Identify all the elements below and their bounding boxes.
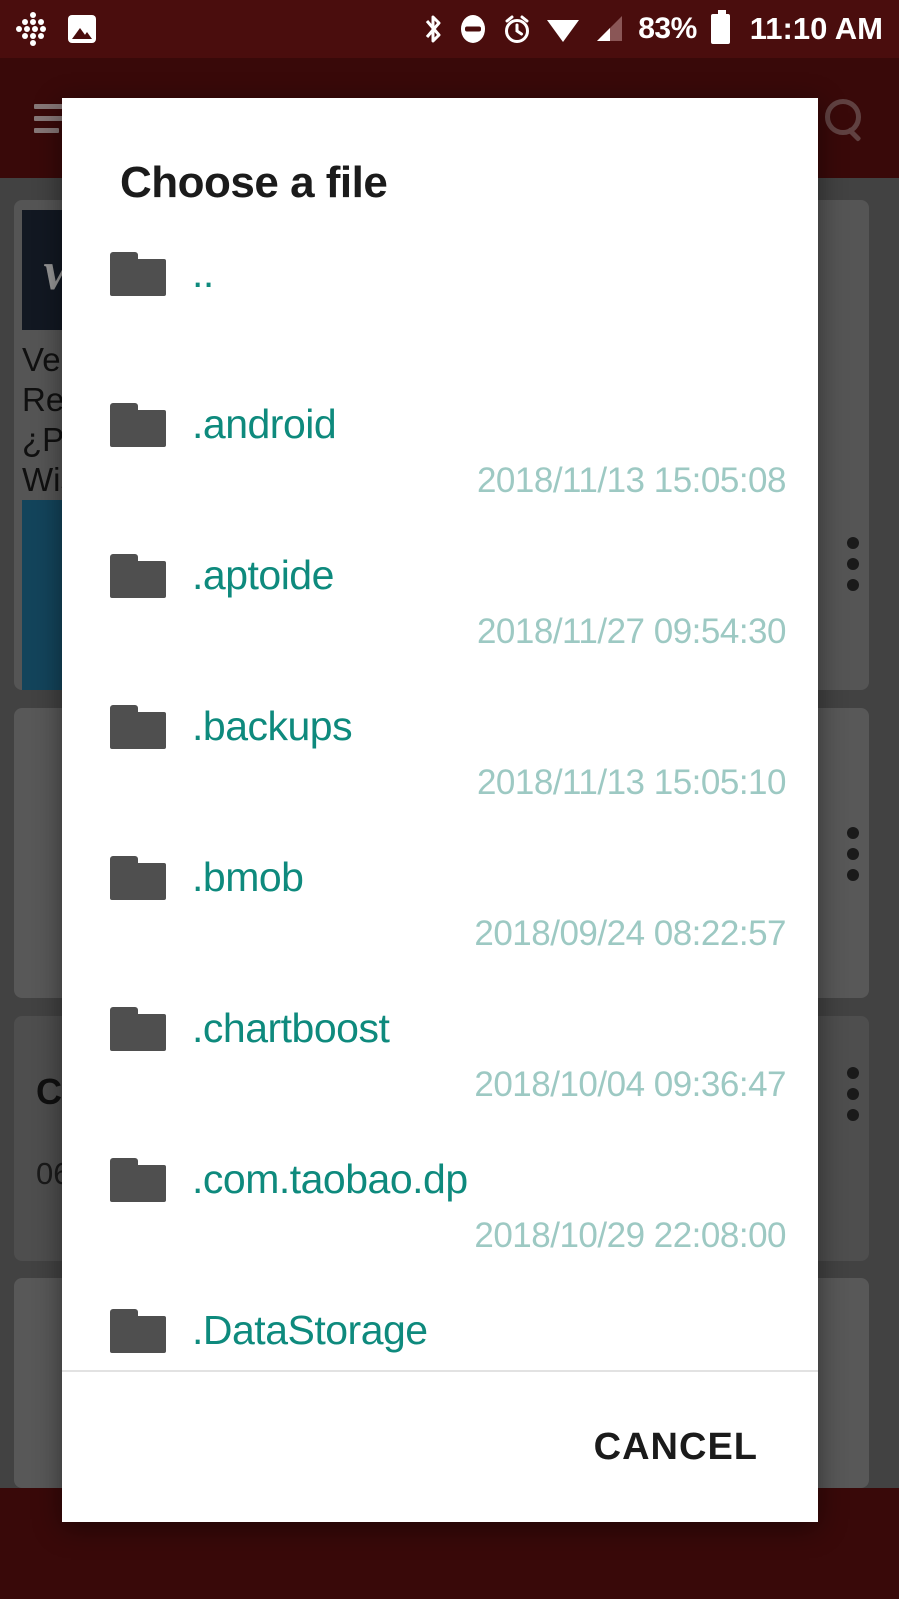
file-row-main: .DataStorage bbox=[62, 1295, 818, 1355]
file-row[interactable]: .com.taobao.dp 2018/10/29 22:08:00 bbox=[62, 1144, 818, 1295]
battery-percent: 83% bbox=[638, 12, 697, 45]
file-row[interactable]: .aptoide 2018/11/27 09:54:30 bbox=[62, 540, 818, 691]
do-not-disturb-icon bbox=[461, 15, 486, 43]
file-date: 2018/11/13 15:05:10 bbox=[476, 763, 787, 802]
file-name: .bmob bbox=[192, 854, 304, 900]
file-name: .DataStorage bbox=[192, 1307, 428, 1353]
status-clock: 11:10 AM bbox=[749, 11, 883, 46]
bluetooth-icon bbox=[426, 15, 441, 43]
status-bar: 83% 11:10 AM bbox=[0, 0, 899, 58]
choose-file-dialog: Choose a file .. .android 2018/11/13 15:05… bbox=[62, 98, 818, 1522]
folder-icon bbox=[110, 1309, 166, 1353]
dialog-title: Choose a file bbox=[120, 158, 388, 207]
folder-icon bbox=[110, 1158, 166, 1202]
battery-icon bbox=[710, 10, 730, 44]
folder-icon bbox=[110, 252, 166, 296]
file-row[interactable]: .. bbox=[62, 238, 818, 389]
folder-icon bbox=[110, 705, 166, 749]
file-name: .com.taobao.dp bbox=[192, 1156, 468, 1202]
file-row[interactable]: .chartboost 2018/10/04 09:36:47 bbox=[62, 993, 818, 1144]
file-date: 2018/10/29 22:08:00 bbox=[474, 1216, 786, 1255]
file-name: .android bbox=[192, 401, 337, 447]
cell-signal-icon bbox=[597, 16, 623, 41]
file-row[interactable]: .android 2018/11/13 15:05:08 bbox=[62, 389, 818, 540]
folder-icon bbox=[110, 403, 166, 447]
folder-icon bbox=[110, 856, 166, 900]
file-date: 2018/11/13 15:05:08 bbox=[476, 461, 787, 500]
file-row-main: .bmob bbox=[62, 842, 818, 902]
folder-icon bbox=[110, 1007, 166, 1051]
dialog-actions: CANCEL bbox=[62, 1372, 818, 1522]
file-name: .. bbox=[192, 250, 214, 296]
file-row[interactable]: .bmob 2018/09/24 08:22:57 bbox=[62, 842, 818, 993]
file-date: 2018/10/04 09:36:47 bbox=[474, 1065, 786, 1104]
screen: w Ve l Rec ¿Po Wis Co 06, PDFs Recent Bo bbox=[0, 0, 899, 1599]
file-date: 2018/10/30 14:09:22 bbox=[474, 1367, 786, 1370]
cancel-button[interactable]: CANCEL bbox=[576, 1412, 776, 1483]
file-row-main: .aptoide bbox=[62, 540, 818, 600]
file-row-main: .android bbox=[62, 389, 818, 449]
file-list[interactable]: .. .android 2018/11/13 15:05:08 .aptoide 201… bbox=[62, 238, 818, 1372]
file-row-main: .chartboost bbox=[62, 993, 818, 1053]
image-icon bbox=[68, 15, 96, 43]
file-name: .chartboost bbox=[192, 1005, 390, 1051]
file-row-main: .com.taobao.dp bbox=[62, 1144, 818, 1204]
fitbit-dots-icon bbox=[16, 12, 50, 46]
file-date: 2018/09/24 08:22:57 bbox=[474, 914, 786, 953]
folder-icon bbox=[110, 554, 166, 598]
file-name: .backups bbox=[192, 703, 353, 749]
file-date: 2018/11/27 09:54:30 bbox=[476, 612, 787, 651]
file-name: .aptoide bbox=[192, 552, 334, 598]
alarm-icon bbox=[505, 15, 530, 43]
file-row-main: .. bbox=[62, 238, 818, 298]
file-row[interactable]: .DataStorage 2018/10/30 14:09:22 bbox=[62, 1295, 818, 1370]
file-row[interactable]: .backups 2018/11/13 15:05:10 bbox=[62, 691, 818, 842]
wifi-icon bbox=[547, 20, 580, 42]
file-row-main: .backups bbox=[62, 691, 818, 751]
